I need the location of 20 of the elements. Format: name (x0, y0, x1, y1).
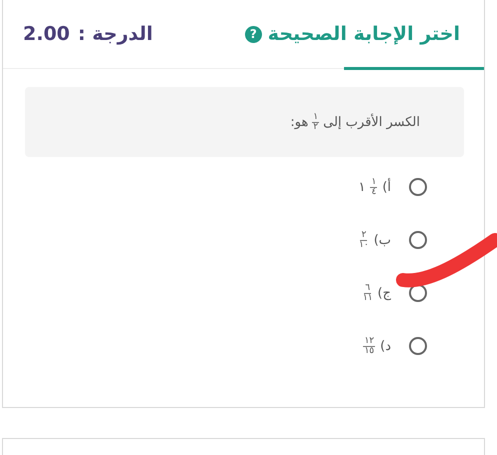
radio-button[interactable] (409, 178, 427, 196)
help-icon[interactable]: ? (244, 26, 262, 42)
question-fraction: ١ ٢ (312, 112, 320, 132)
question-text: هو: (290, 114, 308, 130)
option-letter: د) (380, 338, 391, 354)
option-letter: ب) (374, 232, 391, 248)
option-whole-number: ١ (358, 180, 366, 194)
question-text: الكسر الأقرب إلى (323, 114, 420, 130)
grade-label: الدرجة : (78, 23, 153, 45)
option-fraction: ١ ٤ (370, 178, 378, 196)
radio-button[interactable] (409, 231, 427, 249)
option-fraction: ٢ ١٠ (359, 230, 369, 250)
grade-value: 2.00 (23, 23, 70, 45)
radio-button[interactable] (409, 284, 427, 302)
option-letter: ج) (378, 286, 391, 300)
question-type-title: اختر الإجابة الصحيحة (268, 23, 460, 45)
option-fraction: ٦ ١١ (362, 284, 373, 302)
option-fraction: ١٢ ١٥ (363, 336, 376, 356)
radio-button[interactable] (409, 337, 427, 355)
option-letter: أ) (382, 180, 391, 194)
